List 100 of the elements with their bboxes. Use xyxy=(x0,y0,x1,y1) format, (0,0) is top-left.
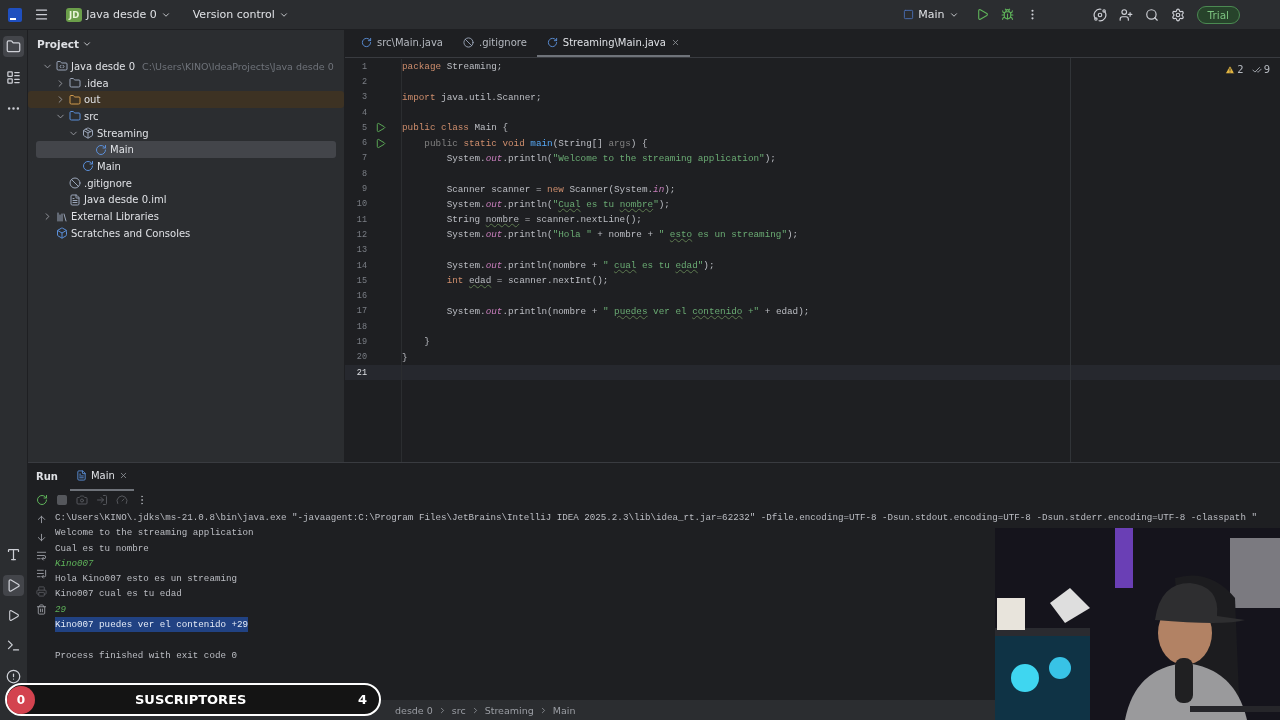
code-line: Scanner scanner = new Scanner(System.in); xyxy=(445,183,676,195)
tree-item[interactable]: Java desde 0 C:\Users\KINO\IdeaProjects\Java desde 0 xyxy=(36,58,336,75)
library-icon xyxy=(56,210,68,223)
line-number: 15 xyxy=(355,275,367,286)
tree-label: Java desde 0 xyxy=(71,60,136,72)
run-gutter-icon[interactable] xyxy=(375,137,386,149)
console-line: Welcome to the streaming application xyxy=(55,526,254,541)
line-number: 14 xyxy=(355,260,367,271)
vcs-menu[interactable]: Version control xyxy=(187,5,294,24)
folder-icon xyxy=(69,110,81,123)
tree-label: Main xyxy=(97,160,121,172)
tree-item[interactable]: src xyxy=(36,108,336,125)
warning-icon xyxy=(1225,64,1236,75)
panel-title[interactable]: Project xyxy=(28,34,344,58)
code-line: import java.util.Scanner; xyxy=(402,91,542,103)
tree-label: out xyxy=(84,94,101,106)
line-number: 20 xyxy=(355,352,367,363)
module-icon xyxy=(56,60,68,73)
settings-icon[interactable] xyxy=(1170,7,1185,22)
counter-value: 4 xyxy=(357,692,367,707)
console-line: Cual es tu nombre xyxy=(55,541,149,556)
caret-icon xyxy=(82,39,93,49)
tree-label: src xyxy=(84,110,99,122)
search-icon[interactable] xyxy=(1144,7,1159,22)
line-number: 7 xyxy=(360,153,367,164)
menu-icon[interactable] xyxy=(34,7,49,22)
app-logo[interactable] xyxy=(8,7,22,22)
line-number: 21 xyxy=(355,367,367,378)
ignore-icon xyxy=(69,177,81,190)
tree-item[interactable]: out xyxy=(28,91,344,109)
tree-item[interactable]: Java desde 0.iml xyxy=(36,191,336,209)
close-icon[interactable] xyxy=(670,38,680,47)
editor-tab[interactable]: .gitignore xyxy=(453,30,537,57)
editor-tab[interactable]: src\Main.java xyxy=(351,30,453,57)
bug-icon[interactable] xyxy=(1000,8,1014,21)
tree-item[interactable]: Main xyxy=(36,141,336,159)
tree-label: Scratches and Consoles xyxy=(71,227,191,239)
code-line: int edad = scanner.nextInt(); xyxy=(445,275,609,287)
add-user-icon[interactable] xyxy=(1118,7,1133,22)
console-line: Kino007 cual es tu edad xyxy=(55,587,182,602)
close-icon[interactable] xyxy=(118,471,128,480)
breadcrumb[interactable]: src xyxy=(451,704,466,716)
console-line: 29 xyxy=(55,602,67,617)
breadcrumb[interactable]: Main xyxy=(552,704,576,716)
line-number: 19 xyxy=(355,337,367,347)
tree-item[interactable]: .gitignore xyxy=(36,174,336,192)
code-line: } xyxy=(423,336,430,348)
tree-item[interactable]: Scratches and Consoles xyxy=(36,224,336,242)
trial-button[interactable]: Trial xyxy=(1196,5,1240,24)
up-icon[interactable] xyxy=(36,514,47,525)
breadcrumb[interactable]: Streaming xyxy=(484,704,534,716)
line-number: 6 xyxy=(360,138,367,149)
console-line: Kino007 xyxy=(55,556,94,571)
trash-icon[interactable] xyxy=(36,604,47,615)
tree-item[interactable]: External Libraries xyxy=(36,208,336,225)
line-number: 2 xyxy=(360,76,367,87)
tree-item[interactable]: .idea xyxy=(36,74,336,92)
tree-label: .gitignore xyxy=(84,177,132,189)
tree-item[interactable]: Main xyxy=(36,158,336,175)
line-number: 18 xyxy=(355,321,367,332)
path-hint: C:\Users\KINO\IdeaProjects\Java desde 0 xyxy=(142,60,334,72)
line-number: 12 xyxy=(355,229,367,240)
code-line: public static void main(String[] args) { xyxy=(423,137,648,149)
panel-title: Run xyxy=(36,471,58,482)
folder-icon[interactable] xyxy=(3,36,24,57)
rerun-icon[interactable] xyxy=(36,494,48,506)
folder-icon xyxy=(69,77,81,90)
line-number: 9 xyxy=(360,184,367,194)
spiral-icon[interactable] xyxy=(1092,7,1107,22)
line-number: 11 xyxy=(355,214,367,225)
line-number: 1 xyxy=(360,61,367,72)
project-menu[interactable]: JD Java desde 0 xyxy=(61,4,176,25)
code-line: } xyxy=(402,351,408,363)
run-gutter-icon[interactable] xyxy=(375,122,386,134)
code-line: System.out.println("Welcome to the streaming application"); xyxy=(445,152,776,164)
run-config-dropdown[interactable]: Main xyxy=(898,5,964,24)
line-number: 16 xyxy=(355,291,367,302)
warning-count[interactable]: 2 xyxy=(1225,64,1244,75)
code-line: System.out.println(nombre + " cual es tu edad"); xyxy=(445,260,715,271)
count-badge: 0 xyxy=(7,685,35,714)
code-line: System.out.println(nombre + " puedes ver el contenido +" + edad); xyxy=(445,305,810,317)
run-icon[interactable] xyxy=(3,575,24,596)
run-icon[interactable] xyxy=(975,8,989,21)
tree-label: Main xyxy=(110,144,134,156)
tree-label: External Libraries xyxy=(71,211,159,223)
code-line: public class Main { xyxy=(402,122,508,134)
scroll-end-icon[interactable] xyxy=(36,568,47,579)
check-count[interactable]: 9 xyxy=(1251,64,1270,75)
line-number: 10 xyxy=(355,199,367,210)
run-tab[interactable]: Main xyxy=(69,462,134,491)
tree-label: .idea xyxy=(84,77,109,89)
down-icon[interactable] xyxy=(36,532,47,543)
breadcrumb[interactable]: desde 0 xyxy=(395,704,433,716)
wrap-icon[interactable] xyxy=(36,550,47,561)
editor-tab[interactable]: Streaming\Main.java xyxy=(536,30,690,57)
tree-label: Streaming xyxy=(97,127,149,139)
console-line: Process finished with exit code 0 xyxy=(55,648,237,663)
ignore-icon xyxy=(463,37,474,48)
line-number: 5 xyxy=(360,122,367,133)
tree-item[interactable]: Streaming xyxy=(36,124,336,142)
